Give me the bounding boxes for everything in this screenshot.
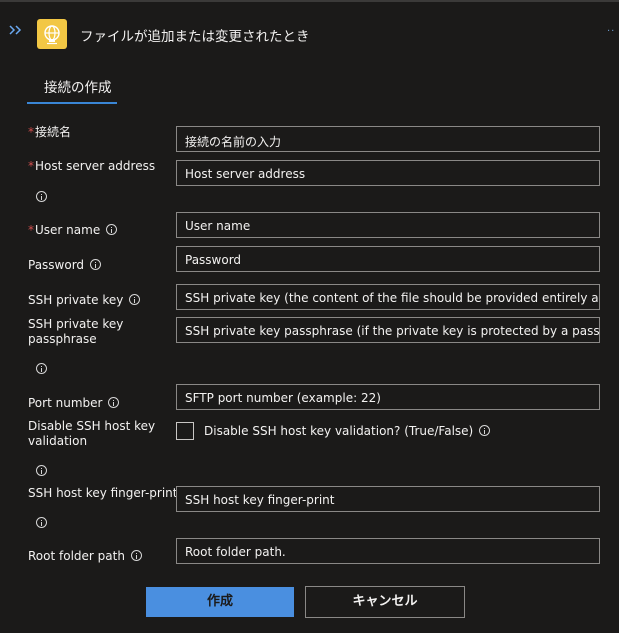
required-marker: *: [28, 125, 34, 139]
host-server-input[interactable]: Host server address: [176, 160, 600, 186]
more-options-icon[interactable]: ··: [607, 26, 615, 37]
tab-create-connection[interactable]: 接続の作成: [27, 70, 117, 104]
root-folder-label: Root folder path: [28, 549, 142, 564]
ssh-private-key-input[interactable]: SSH private key (the content of the file…: [176, 284, 600, 310]
user-name-info-icon[interactable]: [106, 224, 118, 235]
collapse-panel-icon[interactable]: [8, 22, 24, 36]
disable-ssh-checkbox-label: Disable SSH host key validation? (True/F…: [204, 424, 491, 438]
disable-ssh-label-line2: validation: [28, 434, 88, 448]
ssh-fingerprint-label: SSH host key finger-print: [28, 486, 178, 500]
port-number-info-icon[interactable]: [108, 397, 120, 408]
ssh-fingerprint-info-icon[interactable]: [36, 517, 47, 528]
ssh-passphrase-label-line2: passphrase: [28, 332, 97, 346]
root-folder-info-icon[interactable]: [130, 550, 142, 561]
cancel-button[interactable]: キャンセル: [305, 586, 465, 618]
connection-name-label: *接続名: [28, 125, 72, 139]
tab-active-indicator: [27, 102, 117, 104]
disable-ssh-checkbox[interactable]: [176, 422, 194, 440]
user-name-input[interactable]: User name: [176, 212, 600, 238]
user-name-label: *User name: [28, 223, 118, 238]
panel-title: ファイルが追加または変更されたとき: [80, 29, 310, 45]
disable-ssh-checkbox-info-icon[interactable]: [479, 425, 491, 436]
ssh-private-key-label: SSH private key: [28, 293, 141, 308]
ssh-private-key-info-icon[interactable]: [129, 294, 141, 305]
disable-ssh-info-icon[interactable]: [36, 465, 47, 476]
password-info-icon[interactable]: [90, 259, 102, 270]
required-marker: *: [28, 223, 34, 237]
host-server-label: *Host server address: [28, 159, 156, 173]
tab-label: 接続の作成: [44, 80, 112, 96]
disable-ssh-label-line1: Disable SSH host key: [28, 419, 156, 433]
password-label: Password: [28, 258, 102, 273]
sftp-connector-icon: [37, 19, 67, 49]
password-input[interactable]: Password: [176, 246, 600, 272]
root-folder-input[interactable]: Root folder path.: [176, 538, 600, 564]
required-marker: *: [28, 159, 34, 173]
ssh-fingerprint-input[interactable]: SSH host key finger-print: [176, 486, 600, 512]
connection-name-input[interactable]: 接続の名前の入力: [176, 126, 600, 152]
ssh-passphrase-input[interactable]: SSH private key passphrase (if the priva…: [176, 317, 600, 343]
port-number-input[interactable]: SFTP port number (example: 22): [176, 384, 600, 410]
top-border: [0, 0, 619, 2]
host-server-info-icon[interactable]: [36, 191, 47, 202]
ssh-passphrase-label-line1: SSH private key: [28, 317, 124, 331]
create-button[interactable]: 作成: [146, 587, 294, 617]
port-number-label: Port number: [28, 396, 120, 411]
ssh-passphrase-info-icon[interactable]: [36, 363, 47, 374]
